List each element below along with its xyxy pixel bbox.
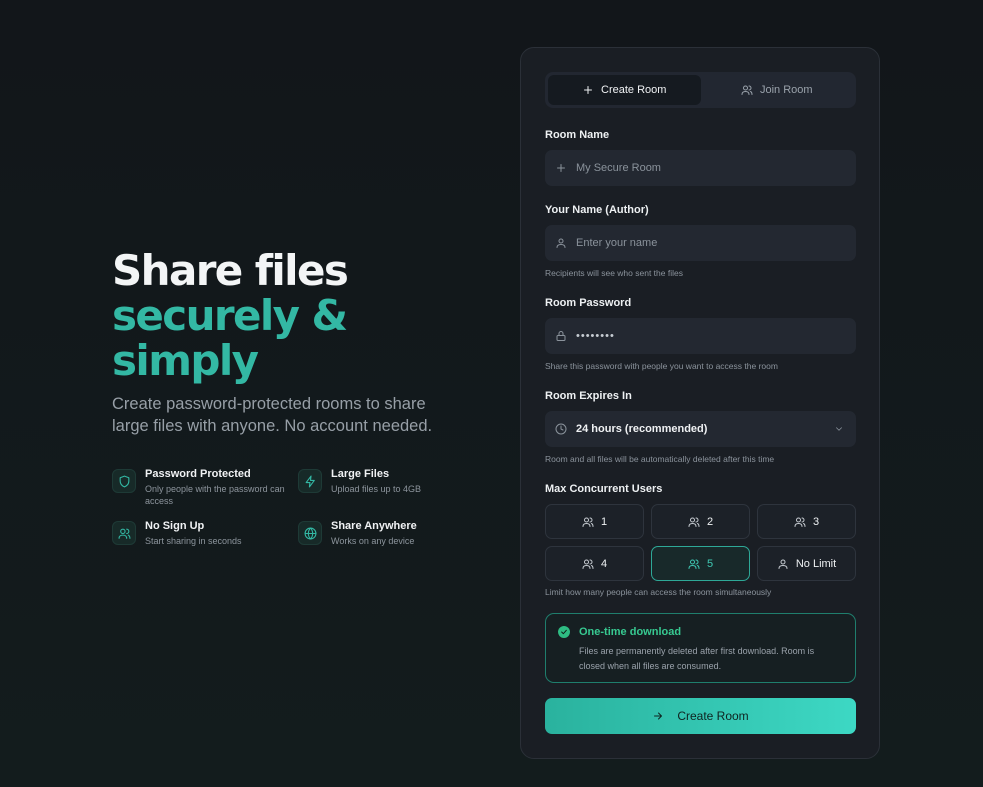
feature-title: Password Protected (145, 468, 251, 480)
lock-icon (556, 331, 566, 341)
check-circle-icon (558, 626, 570, 638)
option-label: 3 (812, 515, 820, 528)
users-icon (794, 517, 806, 527)
hero-title-line1: Share files (112, 246, 349, 295)
globe-icon (298, 521, 322, 545)
feature-desc: Start sharing in seconds (145, 536, 242, 546)
author-field[interactable] (545, 225, 856, 261)
room-tabs: Create Room Join Room (545, 72, 856, 108)
user-icon (778, 559, 788, 569)
room-name-label: Room Name (545, 129, 610, 141)
one-time-download-desc: Files are permanently deleted after firs… (579, 646, 815, 671)
feature-title: Large Files (331, 468, 390, 480)
lightning-icon (298, 469, 322, 493)
feature-desc: Only people with the password can access (145, 484, 285, 506)
feature-list: Password Protected Only people with the … (112, 467, 472, 547)
option-label: 4 (600, 557, 608, 570)
create-room-button[interactable]: Create Room (545, 698, 856, 734)
tab-label: Create Room (601, 84, 667, 96)
max-users-label: Max Concurrent Users (545, 483, 663, 495)
max-users-option-5[interactable]: 5 (651, 546, 750, 581)
room-name-input[interactable] (576, 162, 836, 174)
users-icon (112, 521, 136, 545)
max-users-option-2[interactable]: 2 (651, 504, 750, 539)
plus-icon (584, 86, 593, 94)
hero-title-line3: simply (112, 336, 259, 385)
max-users-option-3[interactable]: 3 (757, 504, 856, 539)
password-help: Share this password with people you want… (545, 361, 778, 371)
one-time-download-toggle[interactable]: One-time download Files are permanently … (545, 613, 856, 683)
option-label: No Limit (795, 557, 837, 570)
tab-create-room[interactable]: Create Room (548, 75, 701, 105)
arrow-right-icon (654, 712, 663, 720)
users-icon (582, 559, 594, 569)
max-users-options: 1 2 3 4 5 No Limit (545, 504, 856, 581)
max-users-option-4[interactable]: 4 (545, 546, 644, 581)
author-help: Recipients will see who sent the files (545, 268, 683, 278)
max-users-option-1[interactable]: 1 (545, 504, 644, 539)
max-users-option-no-limit[interactable]: No Limit (757, 546, 856, 581)
hero-section: Share files securely & simply Create pas… (112, 248, 472, 547)
expires-select-value-wrap: 24 hours (recommended) (555, 423, 707, 435)
feature-password-protected: Password Protected Only people with the … (112, 467, 298, 507)
option-label: 2 (706, 515, 714, 528)
author-label: Your Name (Author) (545, 204, 649, 216)
room-form-card: Create Room Join Room Room Name Your Nam… (520, 47, 880, 759)
feature-share-anywhere: Share Anywhere Works on any device (298, 519, 468, 547)
feature-no-sign-up: No Sign Up Start sharing in seconds (112, 519, 298, 547)
option-label: 1 (600, 515, 608, 528)
expires-help: Room and all files will be automatically… (545, 454, 775, 464)
hero-title-line2: securely & (112, 291, 348, 340)
password-input[interactable] (576, 330, 836, 342)
password-label: Room Password (545, 297, 632, 309)
tab-join-room[interactable]: Join Room (701, 75, 854, 105)
max-users-help: Limit how many people can access the roo… (545, 587, 772, 597)
one-time-download-title: One-time download (579, 626, 682, 638)
chevron-down-icon (836, 427, 842, 431)
feature-title: Share Anywhere (331, 520, 417, 532)
hero-subtitle: Create password-protected rooms to share… (112, 395, 433, 435)
author-input[interactable] (576, 237, 836, 249)
expires-select-value: 24 hours (recommended) (576, 423, 708, 435)
expires-label: Room Expires In (545, 390, 632, 402)
users-icon (582, 517, 594, 527)
users-icon (741, 85, 753, 95)
feature-title: No Sign Up (145, 520, 205, 532)
expires-select[interactable]: 24 hours (recommended) (545, 411, 856, 447)
room-name-field[interactable] (545, 150, 856, 186)
users-icon (688, 517, 700, 527)
user-icon (556, 238, 566, 248)
create-room-label: Create Room (677, 709, 749, 723)
option-label: 5 (706, 557, 714, 570)
hero-title: Share files securely & simply (112, 248, 472, 383)
feature-desc: Works on any device (331, 536, 415, 546)
clock-icon (555, 423, 567, 435)
password-field[interactable] (545, 318, 856, 354)
users-icon (688, 559, 700, 569)
tab-label: Join Room (759, 84, 813, 96)
shield-icon (112, 469, 136, 493)
plus-icon (557, 164, 565, 172)
feature-large-files: Large Files Upload files up to 4GB (298, 467, 468, 507)
feature-desc: Upload files up to 4GB (331, 484, 422, 494)
